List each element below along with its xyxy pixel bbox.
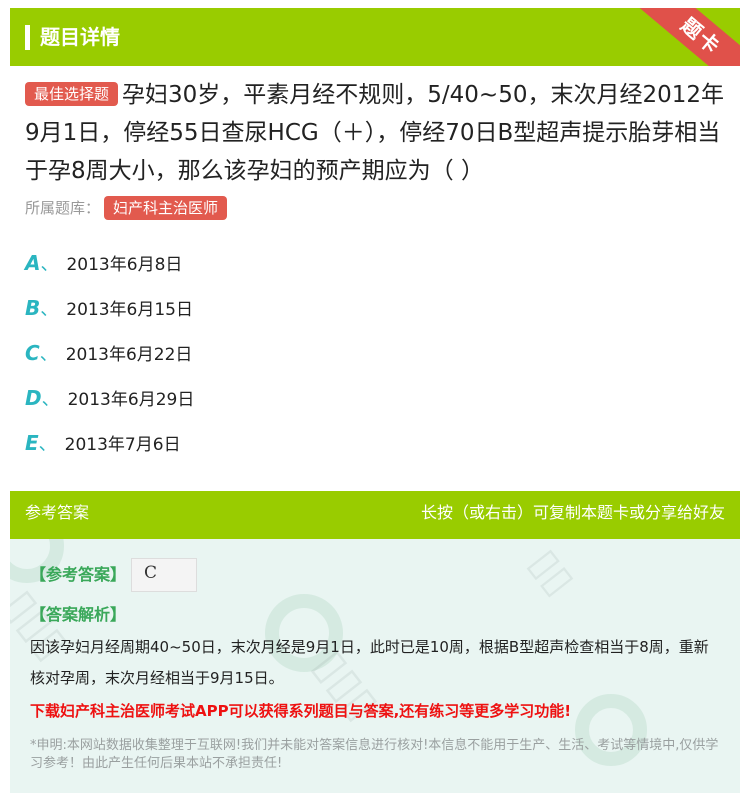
analysis-label: 【答案解析】 xyxy=(30,605,127,624)
option-text: 2013年7月6日 xyxy=(64,435,181,455)
share-hint[interactable]: 长按（或右击）可复制本题卡或分享给好友 xyxy=(421,491,725,535)
option-letter: B xyxy=(25,296,41,320)
option-text: 2013年6月15日 xyxy=(66,300,193,320)
analysis-text: 因该孕妇月经周期40~50日，末次月经是9月1日，此时已是10周，根据B型超声检… xyxy=(30,638,709,687)
question-bank-row: 所属题库： 妇产科主治医师 xyxy=(25,196,228,220)
question-type-badge: 最佳选择题 xyxy=(25,82,119,106)
option-separator: 、 xyxy=(41,389,60,410)
option-text: 2013年6月29日 xyxy=(67,390,195,410)
header-accent-bar xyxy=(25,25,30,50)
question-bank-link[interactable]: 妇产科主治医师 xyxy=(104,196,228,220)
option-separator: 、 xyxy=(40,299,59,320)
page-header: 题目详情 题卡 xyxy=(10,8,740,66)
question-stem: 最佳选择题 孕妇30岁，平素月经不规则，5/40~50，末次月经2012年9月1日… xyxy=(25,76,725,190)
option-text: 2013年6月8日 xyxy=(66,255,183,275)
page-title: 题目详情 xyxy=(40,25,120,49)
option-d[interactable]: D、 2013年6月29日 xyxy=(25,381,194,415)
reference-answer-value: C xyxy=(144,563,158,583)
option-separator: 、 xyxy=(40,254,59,275)
reference-answer-label: 【参考答案】 xyxy=(30,565,127,584)
question-text: 孕妇30岁，平素月经不规则，5/40~50，末次月经2012年9月1日，停经55… xyxy=(25,82,725,184)
answer-panel: ▯▯▯ ▯▯▯ ▯▯ 【参考答案】 C 【答案解析】 因该孕妇月经周期40~50… xyxy=(10,539,740,793)
question-bank-label: 所属题库： xyxy=(25,199,101,217)
option-c[interactable]: C、 2013年6月22日 xyxy=(25,336,192,370)
answer-header: 参考答案 长按（或右击）可复制本题卡或分享给好友 xyxy=(10,491,740,539)
option-letter: E xyxy=(25,431,39,455)
option-letter: A xyxy=(25,251,41,275)
answer-header-title: 参考答案 xyxy=(25,503,90,522)
app-download-link[interactable]: 下载妇产科主治医师考试APP可以获得系列题目与答案,还有练习等更多学习功能! xyxy=(30,699,571,723)
question-card-ribbon[interactable]: 题卡 xyxy=(631,8,740,66)
option-separator: 、 xyxy=(39,344,58,365)
option-text: 2013年6月22日 xyxy=(65,345,193,365)
option-e[interactable]: E、 2013年7月6日 xyxy=(25,426,181,460)
disclaimer-text: *申明:本网站数据收集整理于互联网!我们并未能对答案信息进行核对!本信息不能用于… xyxy=(30,738,719,771)
option-letter: C xyxy=(25,341,40,365)
option-separator: 、 xyxy=(38,434,57,455)
option-b[interactable]: B、 2013年6月15日 xyxy=(25,291,193,325)
reference-answer-image: C xyxy=(131,558,197,592)
option-letter: D xyxy=(25,386,42,410)
watermark-shape: ▯▯ xyxy=(520,540,584,604)
option-a[interactable]: A、 2013年6月8日 xyxy=(25,246,182,280)
